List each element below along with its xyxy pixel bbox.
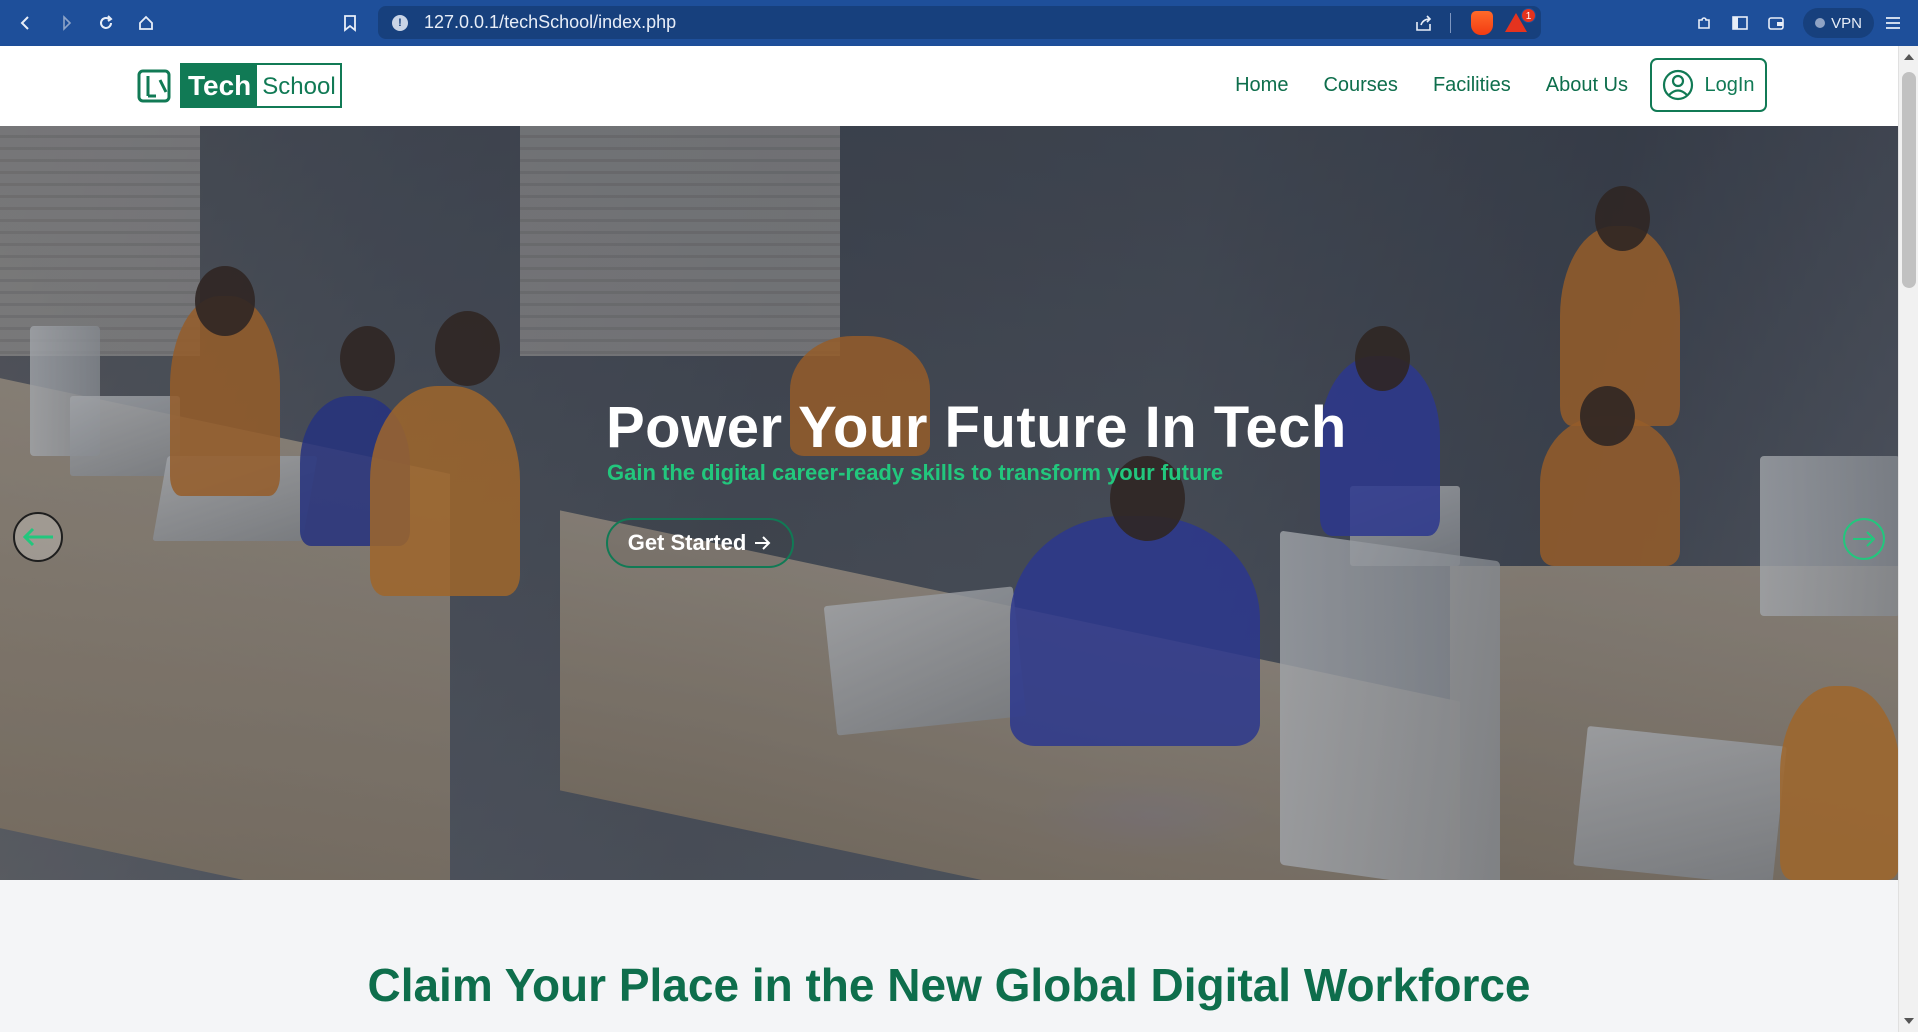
page-scrollbar[interactable]: [1898, 46, 1918, 1032]
bookmark-icon[interactable]: [330, 0, 370, 46]
scroll-down-icon[interactable]: [1904, 1018, 1914, 1024]
logo-tech-text: Tech: [182, 65, 258, 106]
url-text[interactable]: 127.0.0.1/techSchool/index.php: [424, 12, 676, 33]
wallet-icon[interactable]: [1767, 14, 1785, 32]
notification-badge: 1: [1521, 7, 1536, 23]
divider: [1450, 12, 1451, 33]
brave-shields-icon[interactable]: [1471, 10, 1493, 35]
nav-about-us[interactable]: About Us: [1546, 74, 1628, 97]
carousel-prev-button[interactable]: [13, 512, 63, 562]
brave-rewards-icon[interactable]: 1: [1505, 7, 1536, 33]
logo-icon: [137, 69, 171, 102]
main-nav: Home Courses Facilities About Us LogIn: [1200, 58, 1767, 112]
home-icon[interactable]: [126, 0, 166, 46]
sidebar-icon[interactable]: [1731, 14, 1749, 32]
menu-icon[interactable]: [1884, 15, 1902, 31]
login-label: LogIn: [1704, 73, 1755, 96]
hero-carousel: Power Your Future In Tech Gain the digit…: [0, 126, 1898, 880]
nav-home[interactable]: Home: [1235, 74, 1288, 97]
nav-courses[interactable]: Courses: [1323, 74, 1397, 97]
info-icon[interactable]: !: [392, 14, 408, 31]
login-button[interactable]: LogIn: [1650, 58, 1767, 112]
back-icon[interactable]: [6, 0, 46, 46]
scrollbar-thumb[interactable]: [1902, 72, 1916, 288]
extensions-icon[interactable]: [1695, 14, 1713, 32]
vpn-label: VPN: [1831, 14, 1862, 32]
arrow-right-circle-icon: [1853, 531, 1876, 547]
share-icon[interactable]: [1414, 14, 1434, 32]
hero-subtitle: Gain the digital career-ready skills to …: [607, 460, 1224, 485]
vpn-status-icon: [1815, 18, 1826, 28]
logo[interactable]: Tech School: [136, 63, 342, 108]
nav-facilities[interactable]: Facilities: [1433, 74, 1511, 97]
forward-icon[interactable]: [46, 0, 86, 46]
arrow-left-icon: [22, 527, 53, 547]
browser-toolbar: ! 127.0.0.1/techSchool/index.php 1 VPN: [0, 0, 1918, 46]
get-started-label: Get Started: [627, 530, 747, 555]
arrow-right-icon: [755, 536, 771, 550]
hero-title: Power Your Future In Tech: [606, 395, 1347, 460]
vpn-button[interactable]: VPN: [1803, 8, 1874, 38]
get-started-button[interactable]: Get Started: [606, 518, 794, 568]
logo-school-text: School: [262, 73, 336, 100]
scroll-up-icon[interactable]: [1904, 54, 1914, 60]
address-bar[interactable]: ! 127.0.0.1/techSchool/index.php 1: [378, 6, 1541, 39]
carousel-next-button[interactable]: [1843, 518, 1885, 560]
user-circle-icon: [1663, 69, 1694, 101]
reload-icon[interactable]: [86, 0, 126, 46]
hero-overlay: [0, 126, 1898, 880]
site-header: Tech School Home Courses Facilities Abou…: [0, 46, 1898, 126]
section-title: Claim Your Place in the New Global Digit…: [367, 959, 1531, 1011]
